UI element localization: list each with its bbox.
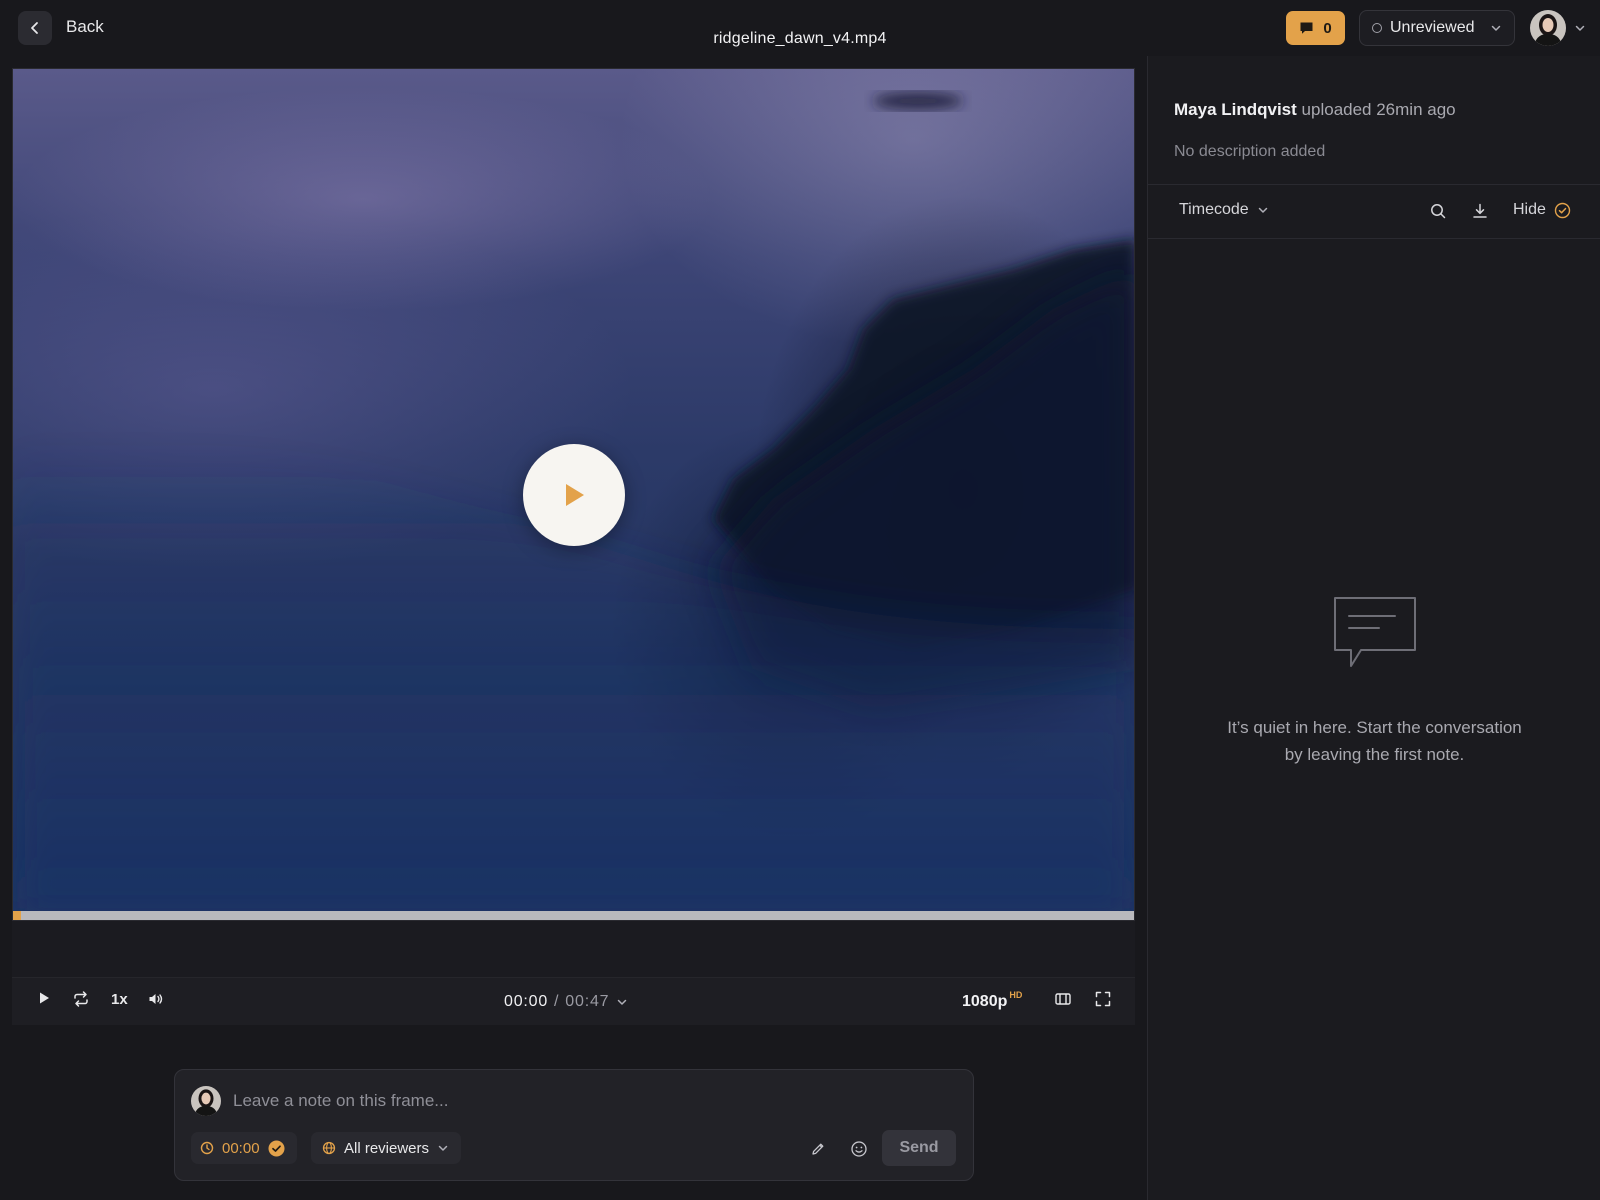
scrubber-progress — [13, 911, 21, 920]
play-overlay-button[interactable] — [523, 444, 625, 546]
status-label: Unreviewed — [1390, 19, 1475, 36]
loop-button[interactable] — [72, 990, 90, 1008]
empty-state-line: by leaving the first note. — [1284, 745, 1465, 764]
comment-timeline — [12, 921, 1135, 977]
sort-label: Timecode — [1179, 201, 1249, 218]
download-comments-button[interactable] — [1471, 202, 1489, 220]
hide-label: Hide — [1513, 201, 1546, 218]
check-circle-icon — [1554, 202, 1571, 219]
globe-icon — [322, 1141, 336, 1155]
chevron-down-icon — [1257, 204, 1269, 216]
send-button[interactable]: Send — [882, 1130, 956, 1166]
emoji-icon — [850, 1140, 868, 1158]
chevron-down-icon — [437, 1142, 449, 1154]
play-button[interactable] — [36, 990, 52, 1006]
scrubber-bar[interactable] — [13, 911, 1134, 920]
chevron-down-icon — [1574, 22, 1586, 34]
uploader-name: Maya Lindqvist — [1174, 100, 1297, 119]
comment-count: 0 — [1323, 19, 1332, 37]
account-menu[interactable] — [1530, 10, 1586, 46]
note-composer: 00:00 All reviewers Send — [174, 1069, 974, 1181]
hd-badge: HD — [1009, 990, 1023, 1000]
comment-count-badge[interactable]: 0 — [1286, 11, 1345, 45]
loop-icon — [72, 990, 90, 1008]
chevron-down-icon — [615, 995, 629, 1009]
download-icon — [1471, 202, 1489, 220]
avatar — [1530, 10, 1566, 46]
pencil-icon — [810, 1141, 826, 1157]
fullscreen-button[interactable] — [1094, 990, 1112, 1008]
fullscreen-icon — [1094, 990, 1112, 1008]
chevron-down-icon — [1490, 22, 1502, 34]
theater-mode-icon — [1054, 990, 1072, 1008]
audience-select[interactable]: All reviewers — [311, 1132, 461, 1164]
search-comments-button[interactable] — [1429, 202, 1447, 220]
clock-icon — [200, 1141, 214, 1155]
divider — [1148, 184, 1600, 185]
current-time: 00:00 — [504, 993, 549, 1010]
file-title: ridgeline_dawn_v4.mp4 — [713, 30, 887, 47]
upload-info: Maya Lindqvist uploaded 26min ago — [1174, 100, 1456, 120]
divider — [1148, 238, 1600, 239]
sort-select[interactable]: Timecode — [1179, 201, 1269, 219]
hide-resolved-toggle[interactable]: Hide — [1513, 201, 1571, 219]
chevron-left-icon — [28, 21, 42, 35]
audience-label: All reviewers — [344, 1139, 430, 1157]
note-input[interactable] — [233, 1087, 933, 1115]
search-icon — [1429, 202, 1447, 220]
theater-mode-button[interactable] — [1054, 990, 1072, 1008]
timestamp-label: 00:00 — [222, 1139, 260, 1157]
timecode-display[interactable]: 00:00 / 00:47 — [504, 993, 629, 1011]
quality-selector[interactable]: 1080p HD — [962, 990, 1022, 1011]
timestamp-toggle[interactable]: 00:00 — [191, 1132, 297, 1164]
review-status-select[interactable]: Unreviewed — [1359, 10, 1515, 46]
speech-bubble-icon — [1331, 594, 1419, 674]
emoji-button[interactable] — [850, 1140, 868, 1158]
file-description: No description added — [1174, 143, 1326, 160]
status-circle-icon — [1372, 23, 1382, 33]
play-icon — [561, 481, 587, 509]
video-player[interactable] — [12, 68, 1135, 921]
playback-speed-button[interactable]: 1x — [111, 991, 128, 1008]
time-separator: / — [554, 993, 560, 1010]
volume-icon — [147, 990, 165, 1008]
draw-button[interactable] — [810, 1141, 826, 1157]
empty-state-message: It’s quiet in here. Start the conversati… — [1188, 714, 1561, 768]
play-icon — [36, 990, 52, 1006]
back-button[interactable] — [18, 11, 52, 45]
empty-state-line: It’s quiet in here. Start the conversati… — [1227, 718, 1522, 737]
quality-label: 1080p — [962, 993, 1008, 1010]
avatar — [191, 1086, 221, 1116]
top-bar: Back ridgeline_dawn_v4.mp4 0 Unreviewed — [0, 0, 1600, 56]
upload-time: uploaded 26min ago — [1301, 100, 1456, 119]
comment-icon — [1299, 21, 1314, 35]
total-time: 00:47 — [565, 993, 610, 1010]
check-circle-icon — [268, 1140, 285, 1157]
player-controls: 1x 00:00 / 00:47 1080p HD — [12, 977, 1135, 1025]
volume-button[interactable] — [147, 990, 165, 1008]
comments-panel: Maya Lindqvist uploaded 26min ago No des… — [1147, 56, 1600, 1200]
back-label[interactable]: Back — [66, 17, 104, 37]
